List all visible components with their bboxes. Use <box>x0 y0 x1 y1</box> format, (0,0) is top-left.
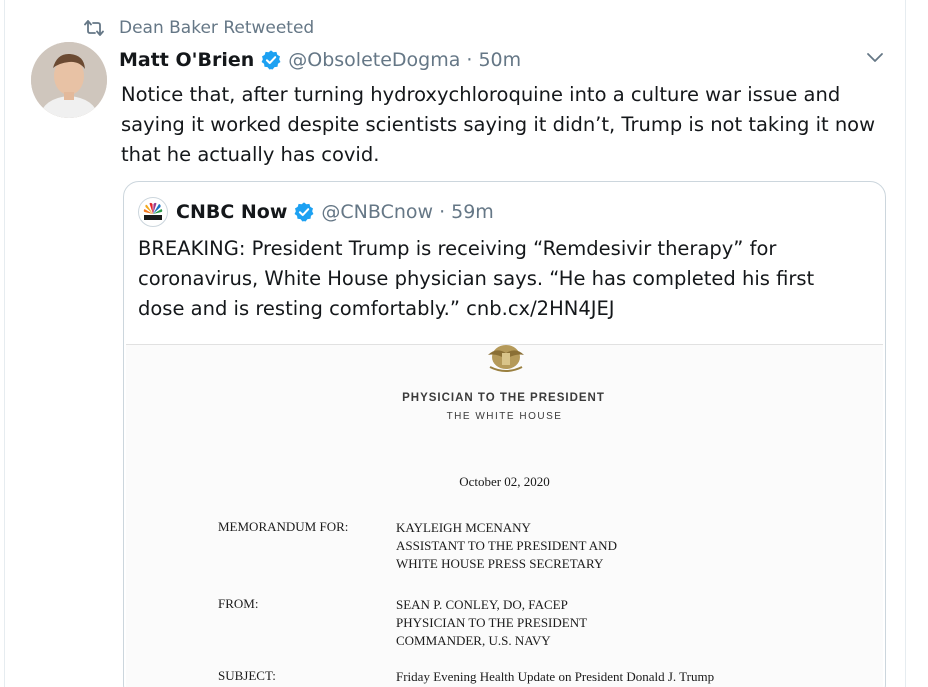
memo-from-value: SEAN P. CONLEY, DO, FACEP PHYSICIAN TO T… <box>396 596 587 650</box>
memo-for-value: KAYLEIGH MCENANY ASSISTANT TO THE PRESID… <box>396 519 617 573</box>
memo-for-line: ASSISTANT TO THE PRESIDENT AND <box>396 538 617 553</box>
retweeted-by-label[interactable]: Dean Baker Retweeted <box>119 18 314 38</box>
memo-from-line: COMMANDER, U.S. NAVY <box>396 633 551 648</box>
memo-title: PHYSICIAN TO THE PRESIDENT <box>402 392 605 404</box>
cnbc-logo-icon[interactable] <box>138 197 168 227</box>
quoted-author-handle[interactable]: @CNBCnow <box>321 201 433 223</box>
tweet-text: Notice that, after turning hydroxychloro… <box>121 83 876 166</box>
tweet-timestamp[interactable]: 50m <box>478 49 521 71</box>
memo-date: October 02, 2020 <box>459 474 550 489</box>
author-name[interactable]: Matt O'Brien <box>119 49 254 71</box>
presidential-seal-icon <box>488 345 524 372</box>
memo-from-line: SEAN P. CONLEY, DO, FACEP <box>396 597 568 612</box>
author-handle[interactable]: @ObsoleteDogma <box>288 49 460 71</box>
quoted-author-row: CNBC Now @CNBCnow · 59m <box>138 196 494 228</box>
retweet-icon <box>83 17 105 39</box>
memo-subtitle: THE WHITE HOUSE <box>446 411 563 422</box>
memo-subject-label: SUBJECT: <box>218 668 276 683</box>
memo-for-label: MEMORANDUM FOR: <box>218 519 349 534</box>
quoted-tweet-text: BREAKING: President Trump is receiving “… <box>138 237 815 320</box>
memo-image[interactable]: PHYSICIAN TO THE PRESIDENT THE WHITE HOU… <box>126 344 883 687</box>
memo-for-line: KAYLEIGH MCENANY <box>396 520 531 535</box>
memo-from-line: PHYSICIAN TO THE PRESIDENT <box>396 615 588 630</box>
separator-dot: · <box>466 49 473 71</box>
verified-badge-icon <box>293 201 315 223</box>
quoted-author-name[interactable]: CNBC Now <box>176 201 287 223</box>
chevron-down-icon[interactable] <box>863 46 887 70</box>
quoted-tweet[interactable]: CNBC Now @CNBCnow · 59m BREAKING: Presid… <box>123 181 886 687</box>
memo-subject-value: Friday Evening Health Update on Presiden… <box>396 669 715 684</box>
tweet-author-row: Matt O'Brien @ObsoleteDogma · 50m <box>119 45 521 75</box>
retweet-context: Dean Baker Retweeted <box>83 15 314 41</box>
avatar[interactable] <box>31 42 107 118</box>
quoted-timestamp[interactable]: 59m <box>451 201 494 223</box>
memo-from-label: FROM: <box>218 596 259 611</box>
verified-badge-icon <box>260 49 282 71</box>
separator-dot: · <box>439 201 446 223</box>
tweet-card[interactable]: Dean Baker Retweeted Matt O'Brien @Obsol… <box>4 0 906 687</box>
memo-for-line: WHITE HOUSE PRESS SECRETARY <box>396 556 604 571</box>
